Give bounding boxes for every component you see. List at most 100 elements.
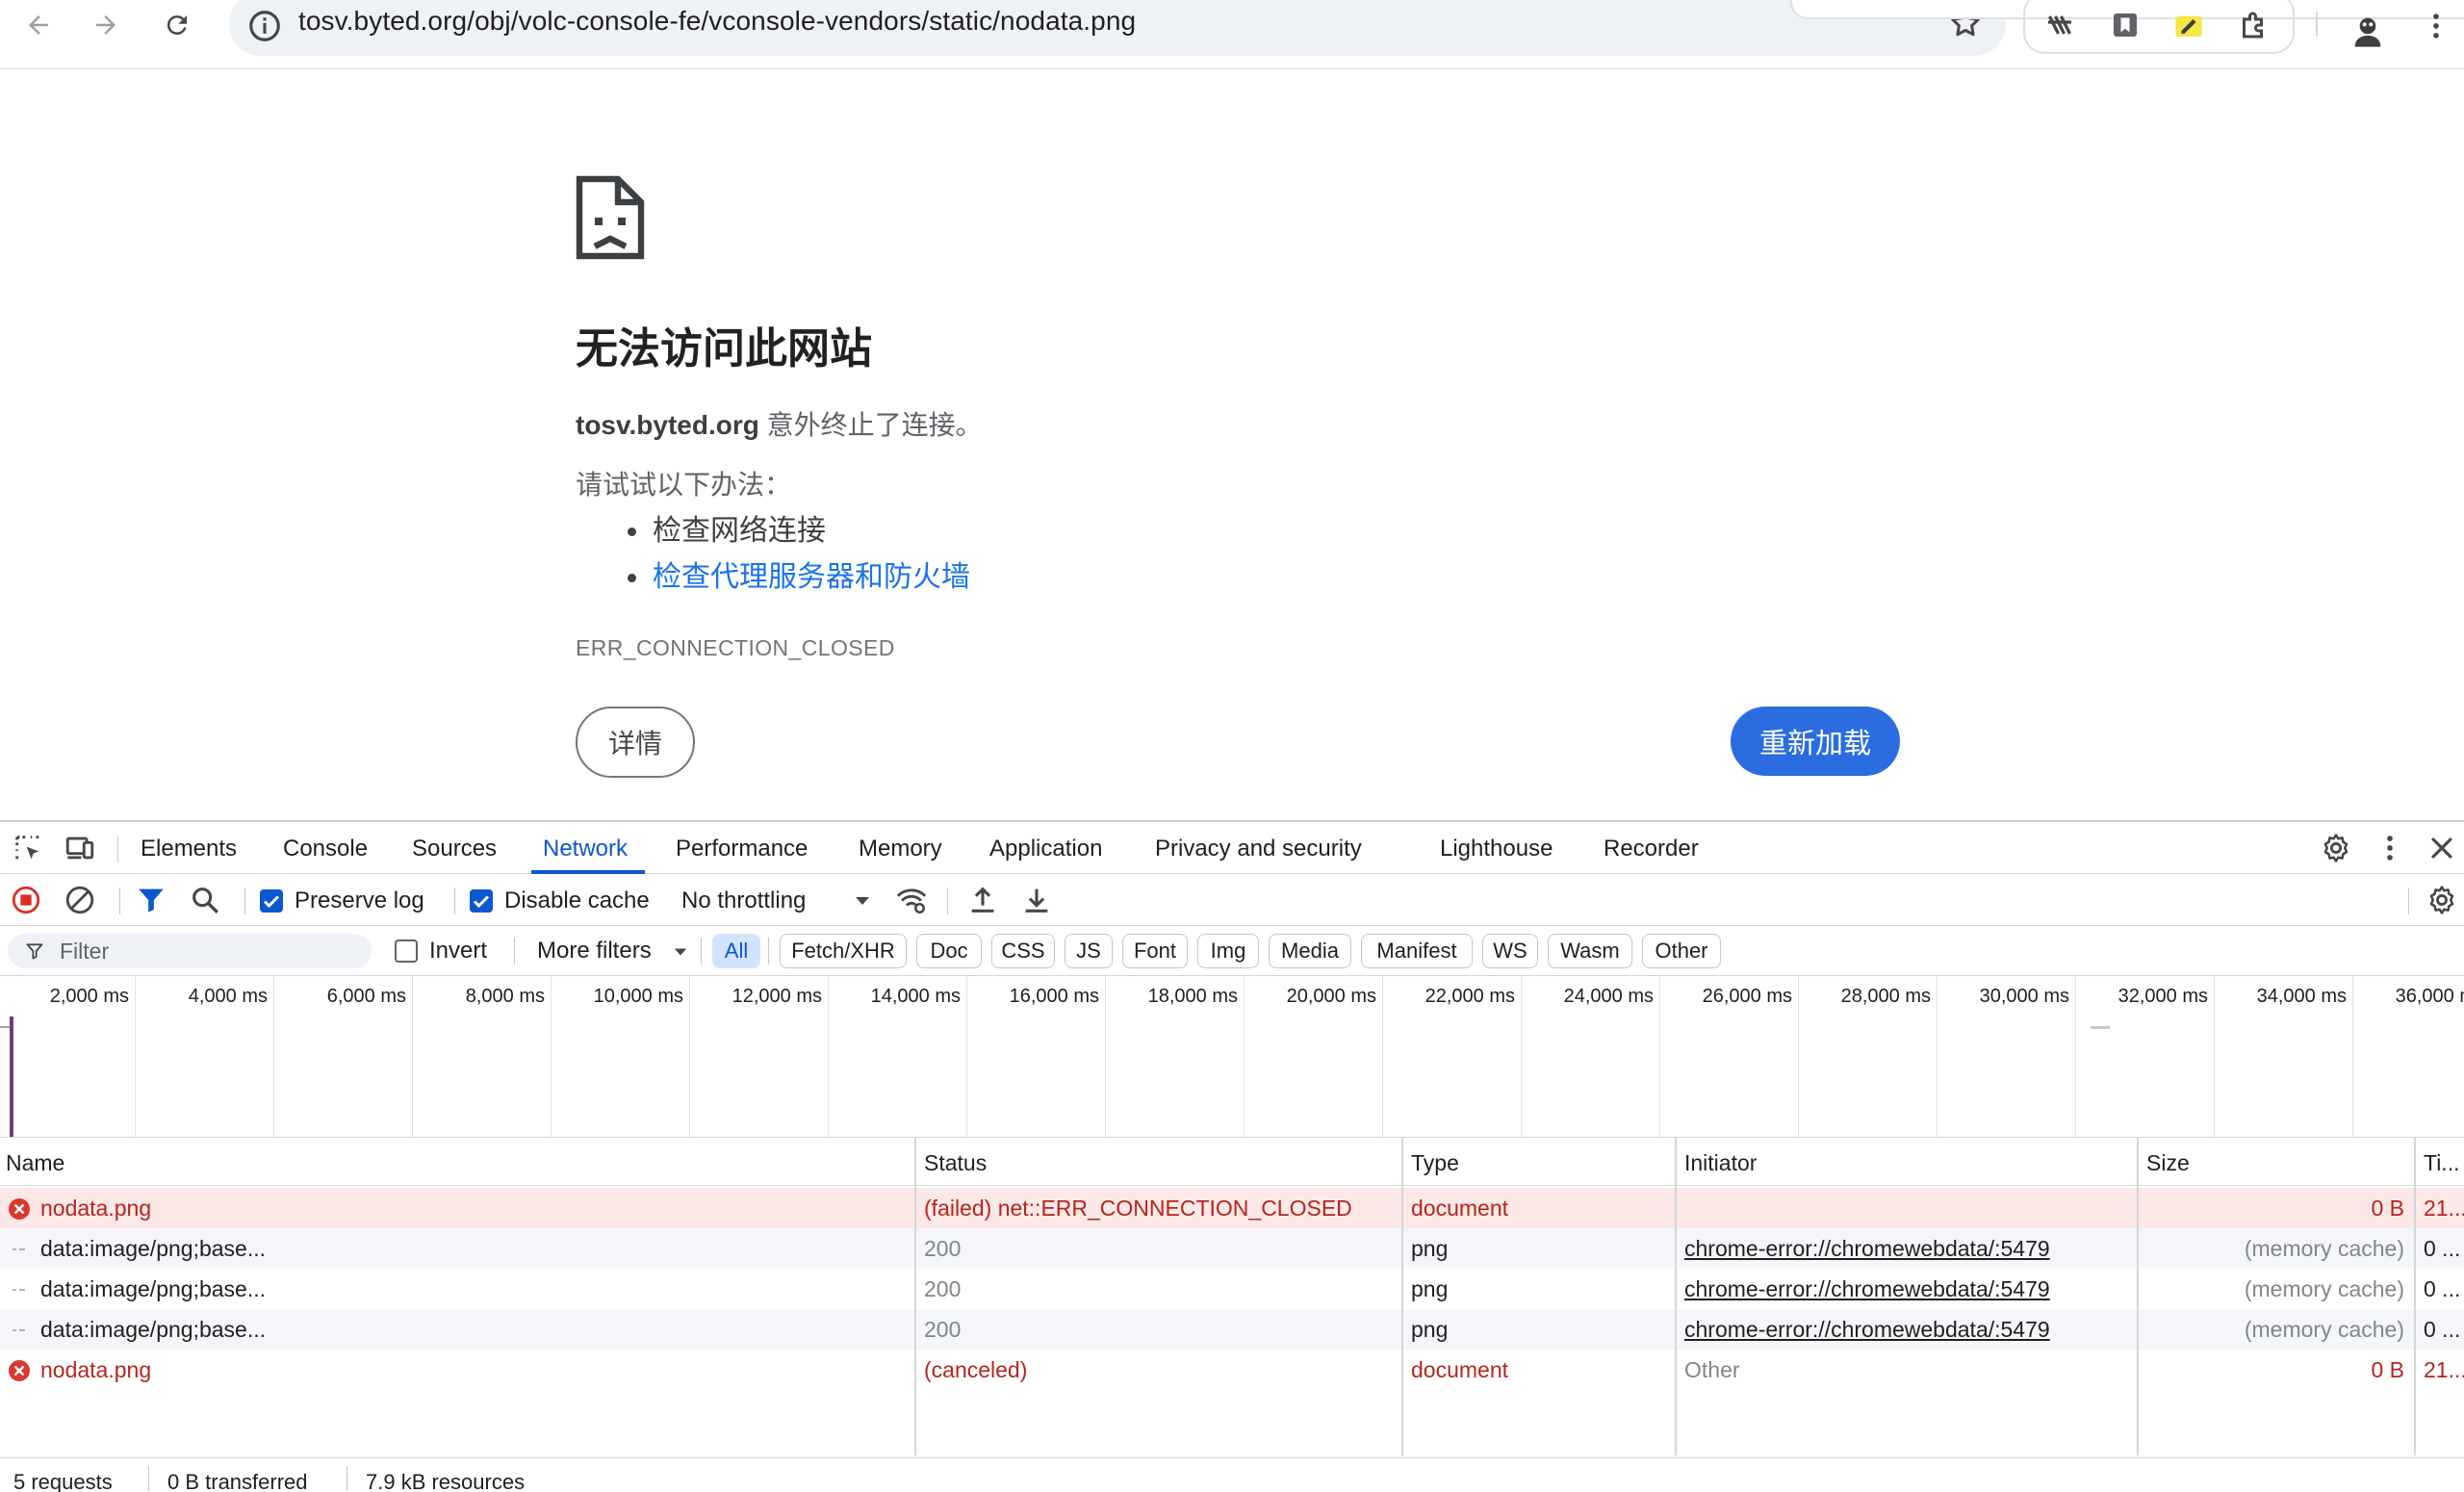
disable-cache-label[interactable]: Disable cache bbox=[504, 887, 650, 914]
table-row[interactable]: nodata.png (canceled) document Other 0 B 21..… bbox=[0, 1350, 2464, 1390]
tab-console[interactable]: Console bbox=[283, 836, 368, 862]
profile-avatar-icon[interactable] bbox=[2348, 12, 2387, 50]
type-filter-all[interactable]: All bbox=[712, 934, 760, 968]
filter-funnel-icon[interactable] bbox=[135, 884, 167, 916]
tab-lighthouse[interactable]: Lighthouse bbox=[1440, 836, 1553, 862]
request-name: data:image/png;base... bbox=[40, 1317, 266, 1342]
disable-cache-checkbox[interactable] bbox=[470, 889, 493, 913]
column-header-time[interactable]: Ti... bbox=[2424, 1150, 2459, 1176]
timeline-gridline bbox=[689, 976, 690, 1137]
sad-file-icon bbox=[576, 175, 645, 260]
request-size: (memory cache) bbox=[2244, 1276, 2404, 1301]
request-type: png bbox=[1411, 1236, 1449, 1261]
request-type: document bbox=[1411, 1196, 1509, 1221]
chevron-down-icon[interactable] bbox=[672, 945, 689, 959]
type-filter-media[interactable]: Media bbox=[1269, 934, 1351, 968]
request-initiator[interactable]: chrome-error://chromewebdata/:5479 bbox=[1684, 1317, 2131, 1343]
request-size: 0 B bbox=[2371, 1357, 2404, 1382]
network-settings-gear-icon[interactable] bbox=[2426, 884, 2458, 916]
request-initiator[interactable]: chrome-error://chromewebdata/:5479 bbox=[1684, 1236, 2131, 1262]
timeline-gridline bbox=[1382, 976, 1383, 1137]
reload-button[interactable] bbox=[156, 4, 198, 46]
timeline-tick-label: 34,000 ms bbox=[2256, 986, 2347, 1007]
devtools-tab-bar: Elements Console Sources Network Perform… bbox=[0, 822, 2464, 874]
tab-performance[interactable]: Performance bbox=[676, 836, 808, 862]
filter-input[interactable]: Filter bbox=[8, 934, 372, 968]
import-har-icon[interactable] bbox=[966, 884, 999, 916]
devtools-menu-icon[interactable] bbox=[2374, 832, 2406, 864]
type-filter-doc[interactable]: Doc bbox=[916, 934, 982, 968]
more-menu-icon[interactable] bbox=[2420, 10, 2452, 42]
invert-label[interactable]: Invert bbox=[429, 938, 487, 965]
url-text[interactable]: tosv.byted.org/obj/volc-console-fe/vcons… bbox=[298, 6, 1136, 37]
type-filter-css[interactable]: CSS bbox=[991, 934, 1055, 968]
chevron-down-icon[interactable] bbox=[853, 893, 872, 909]
export-har-icon[interactable] bbox=[1020, 884, 1053, 916]
column-header-initiator[interactable]: Initiator bbox=[1684, 1150, 1757, 1176]
suggestion-check-proxy-link[interactable]: 检查代理服务器和防火墙 bbox=[628, 554, 970, 601]
timeline-tick-label: 30,000 ms bbox=[1979, 986, 2069, 1007]
timeline-tick-label: 14,000 ms bbox=[870, 986, 961, 1007]
request-time: 21... bbox=[2424, 1357, 2464, 1382]
type-filter-wasm[interactable]: Wasm bbox=[1548, 934, 1632, 968]
throttling-select[interactable]: No throttling bbox=[681, 887, 806, 914]
request-time: 0 ... bbox=[2424, 1236, 2461, 1261]
preserve-log-label[interactable]: Preserve log bbox=[295, 887, 424, 914]
stop-recording-icon[interactable] bbox=[10, 884, 42, 916]
invert-checkbox[interactable] bbox=[395, 939, 418, 963]
device-toolbar-icon[interactable] bbox=[64, 832, 96, 864]
network-conditions-icon[interactable] bbox=[895, 884, 928, 916]
inspect-element-icon[interactable] bbox=[12, 832, 44, 864]
extension-bookmark-icon[interactable] bbox=[2108, 8, 2143, 42]
timeline-overview[interactable]: 2,000 ms 4,000 ms 6,000 ms 8,000 ms 10,000 m… bbox=[0, 976, 2464, 1138]
address-bar[interactable]: tosv.byted.org/obj/volc-console-fe/vcons… bbox=[229, 0, 2006, 56]
table-row[interactable]: data:image/png;base... 200 png chrome-error… bbox=[0, 1269, 2464, 1309]
column-header-type[interactable]: Type bbox=[1411, 1150, 1459, 1176]
toolbar-separator bbox=[454, 887, 455, 914]
more-filters-dropdown[interactable]: More filters bbox=[537, 938, 652, 965]
close-devtools-icon[interactable] bbox=[2426, 832, 2458, 864]
clear-log-icon[interactable] bbox=[64, 884, 96, 916]
reload-icon bbox=[167, 15, 187, 36]
tab-application[interactable]: Application bbox=[989, 836, 1102, 862]
type-filter-js[interactable]: JS bbox=[1065, 934, 1113, 968]
type-filter-other[interactable]: Other bbox=[1642, 934, 1721, 968]
site-info-icon[interactable] bbox=[246, 8, 283, 44]
type-filter-ws[interactable]: WS bbox=[1482, 934, 1538, 968]
extension-highlighter-icon[interactable] bbox=[2171, 8, 2206, 42]
search-icon[interactable] bbox=[189, 884, 221, 916]
reload-page-button[interactable]: 重新加载 bbox=[1731, 707, 1900, 776]
forward-button[interactable] bbox=[85, 4, 127, 46]
details-button[interactable]: 详情 bbox=[576, 707, 695, 778]
tab-network[interactable]: Network bbox=[543, 836, 628, 862]
tab-privacy-security[interactable]: Privacy and security bbox=[1155, 836, 1362, 862]
image-file-icon bbox=[13, 1289, 25, 1291]
error-circle-icon bbox=[9, 1360, 30, 1381]
back-button[interactable] bbox=[17, 4, 60, 46]
tab-recorder[interactable]: Recorder bbox=[1604, 836, 1699, 862]
extension-wind-icon[interactable] bbox=[2042, 8, 2077, 42]
table-row[interactable]: data:image/png;base... 200 png chrome-error… bbox=[0, 1228, 2464, 1269]
request-initiator[interactable]: chrome-error://chromewebdata/:5479 bbox=[1684, 1276, 2131, 1302]
type-filter-img[interactable]: Img bbox=[1197, 934, 1259, 968]
settings-gear-icon[interactable] bbox=[2320, 832, 2352, 864]
column-header-name[interactable]: Name bbox=[6, 1150, 64, 1176]
timeline-tick-label: 6,000 ms bbox=[326, 986, 406, 1007]
tab-elements[interactable]: Elements bbox=[141, 836, 237, 862]
arrow-right-icon bbox=[96, 15, 116, 35]
type-filter-fetch-xhr[interactable]: Fetch/XHR bbox=[780, 934, 907, 968]
column-divider bbox=[1401, 1138, 1403, 1455]
preserve-log-checkbox[interactable] bbox=[260, 889, 283, 913]
timeline-gridline bbox=[551, 976, 552, 1137]
suggestions-label: 请试试以下办法： bbox=[576, 470, 792, 500]
table-row[interactable]: nodata.png (failed) net::ERR_CONNECTION_C… bbox=[0, 1188, 2464, 1228]
column-header-size[interactable]: Size bbox=[2146, 1150, 2190, 1176]
tab-sources[interactable]: Sources bbox=[412, 836, 497, 862]
type-filter-manifest[interactable]: Manifest bbox=[1361, 934, 1473, 968]
column-header-status[interactable]: Status bbox=[924, 1150, 987, 1176]
toolbar-separator bbox=[119, 887, 120, 914]
tab-memory[interactable]: Memory bbox=[859, 836, 942, 862]
extensions-puzzle-icon[interactable] bbox=[2237, 8, 2272, 42]
table-row[interactable]: data:image/png;base... 200 png chrome-error… bbox=[0, 1309, 2464, 1350]
type-filter-font[interactable]: Font bbox=[1122, 934, 1188, 968]
